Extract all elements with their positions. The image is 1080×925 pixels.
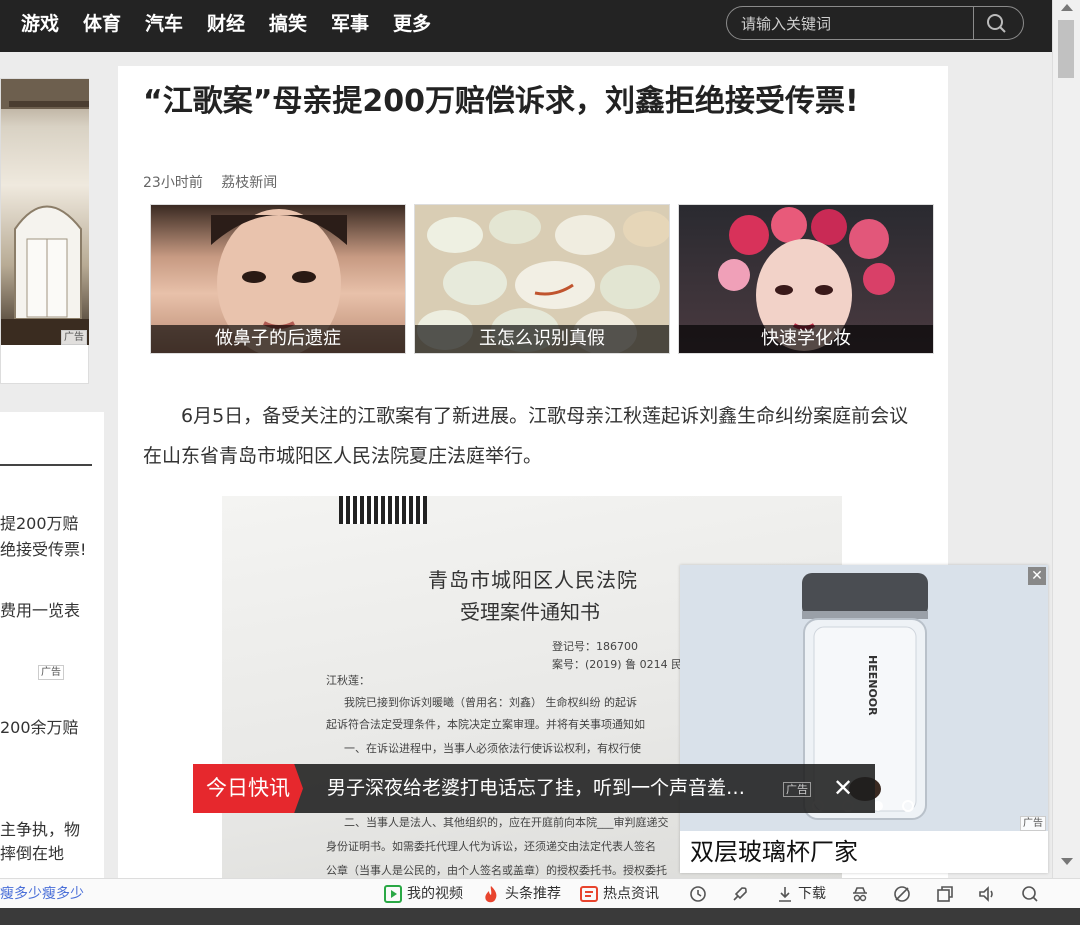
popup-brand: HEENOOR: [866, 655, 879, 716]
popup-caption[interactable]: 双层玻璃杯厂家: [690, 833, 858, 871]
list-item[interactable]: 绝接受传票!: [0, 538, 86, 562]
speaker-icon[interactable]: [978, 885, 996, 903]
thumb-caption: 快速学化妆: [679, 325, 933, 353]
scroll-thumb[interactable]: [1058, 20, 1074, 78]
section-divider: [0, 464, 92, 466]
incognito-icon[interactable]: [851, 885, 869, 903]
related-thumb-jade[interactable]: 玉怎么识别真假: [414, 204, 670, 354]
doc-court-name: 青岛市城阳区人民法院: [428, 568, 638, 592]
left-news-list: 提200万赔 绝接受传票! 费用一览表 广告 200余万赔 主争执，物 摔倒在地: [0, 412, 104, 882]
doc-line: 我院已接到你诉刘暖曦（曾用名：刘鑫） 生命权纠纷 的起诉: [344, 696, 637, 709]
doc-reg-no: 登记号：186700: [552, 640, 638, 653]
nav-item-cars[interactable]: 汽车: [145, 12, 183, 36]
ad-badge: 广告: [783, 782, 811, 797]
download-button[interactable]: 下载: [798, 879, 826, 909]
nav-item-funny[interactable]: 搞笑: [269, 12, 307, 36]
flame-icon: [485, 886, 497, 903]
nav-item-more[interactable]: 更多: [393, 12, 431, 36]
ticker-close-icon[interactable]: ✕: [833, 764, 853, 813]
doc-addressee: 江秋莲：: [326, 674, 370, 687]
ticker-label: 今日快讯: [193, 764, 303, 813]
scroll-down-arrow-icon[interactable]: [1061, 858, 1073, 865]
thumb-caption: 做鼻子的后遗症: [151, 325, 405, 353]
rocket-icon[interactable]: [731, 885, 749, 903]
top-nav-bar: 游戏 体育 汽车 财经 搞笑 军事 更多: [0, 0, 1052, 52]
doc-line: 起诉符合法定受理条件，本院决定立案审理。并将有关事项通知如: [326, 718, 645, 731]
toutiao-recommend-button[interactable]: 头条推荐: [505, 879, 561, 909]
house-interior-illustration: [1, 79, 89, 345]
ticker-headline[interactable]: 男子深夜给老婆打电话忘了挂，听到一个声音羞…: [327, 764, 745, 813]
thumb-caption: 玉怎么识别真假: [415, 325, 669, 353]
doc-line: 公章（当事人是公民的，由个人签名或盖章）的授权委托书。授权委托: [326, 864, 667, 877]
article-source[interactable]: 荔枝新闻: [221, 175, 277, 191]
article-title: “江歌案”母亲提200万赔偿诉求，刘鑫拒绝接受传票!: [143, 84, 859, 119]
ad-badge[interactable]: 广告: [1020, 816, 1046, 831]
article-time: 23小时前: [143, 175, 203, 191]
list-item[interactable]: 主争执，物: [0, 818, 80, 842]
list-item[interactable]: 提200万赔: [0, 512, 79, 536]
window-bottom-edge: [0, 908, 1080, 925]
bottom-link[interactable]: 瘦多少瘦多少: [0, 879, 84, 909]
related-thumb-makeup[interactable]: 快速学化妆: [678, 204, 934, 354]
hot-news-icon: [580, 886, 598, 902]
vertical-scrollbar[interactable]: [1052, 0, 1080, 878]
video-play-icon: [384, 885, 402, 903]
ad-badge[interactable]: 广告: [61, 330, 87, 345]
my-video-button[interactable]: 我的视频: [407, 879, 463, 909]
popup-close-icon[interactable]: ✕: [1028, 567, 1046, 585]
list-item[interactable]: 费用一览表: [0, 599, 80, 623]
list-item[interactable]: 摔倒在地: [0, 842, 64, 866]
article-meta: 23小时前 荔枝新闻: [143, 172, 277, 192]
window-icon[interactable]: [936, 885, 954, 903]
nav-item-games[interactable]: 游戏: [21, 12, 59, 36]
left-ad-image[interactable]: 广告: [1, 79, 89, 345]
search-box: [726, 6, 1024, 40]
download-icon: [779, 887, 791, 902]
article-paragraph: 6月5日，备受关注的江歌案有了新进展。江歌母亲江秋莲起诉刘鑫生命纠纷案庭前会议在…: [143, 405, 909, 467]
ad-badge[interactable]: 广告: [38, 665, 64, 680]
refresh-icon[interactable]: [689, 885, 707, 903]
scroll-up-arrow-icon[interactable]: [1061, 4, 1073, 11]
nav-item-military[interactable]: 军事: [331, 12, 369, 36]
no-image-icon[interactable]: [893, 885, 911, 903]
news-ticker[interactable]: 今日快讯 男子深夜给老婆打电话忘了挂，听到一个声音羞… 广告 ✕: [193, 764, 875, 813]
popup-ad[interactable]: HEENOOR 广告 ✕ 双层玻璃杯厂家: [680, 565, 1048, 873]
list-item[interactable]: 200余万赔: [0, 716, 79, 740]
search-input[interactable]: [739, 12, 968, 36]
qr-code: [339, 496, 427, 524]
doc-line: 二、当事人是法人、其他组织的，应在开庭前向本院___审判庭递交: [344, 816, 669, 829]
search-button[interactable]: [974, 7, 1023, 39]
nav-item-sports[interactable]: 体育: [83, 12, 121, 36]
doc-case-no: 案号：(2019) 鲁 0214 民: [552, 658, 683, 671]
bottom-toolbar: 瘦多少瘦多少 我的视频 头条推荐 热点资讯 下载: [0, 878, 1080, 909]
left-ad-card[interactable]: 广告: [0, 78, 89, 384]
nav-item-finance[interactable]: 财经: [207, 12, 245, 36]
search-icon: [987, 14, 1006, 33]
related-thumb-nose[interactable]: 做鼻子的后遗症: [150, 204, 406, 354]
doc-line: 一、在诉讼进程中，当事人必须依法行使诉讼权利，有权行使: [344, 742, 641, 755]
doc-notice-title: 受理案件通知书: [460, 600, 600, 624]
doc-line: 身份证明书。如需委托代理人代为诉讼，还须递交由法定代表人签名: [326, 840, 656, 853]
search-icon[interactable]: [1021, 885, 1039, 903]
hot-news-button[interactable]: 热点资讯: [603, 879, 659, 909]
